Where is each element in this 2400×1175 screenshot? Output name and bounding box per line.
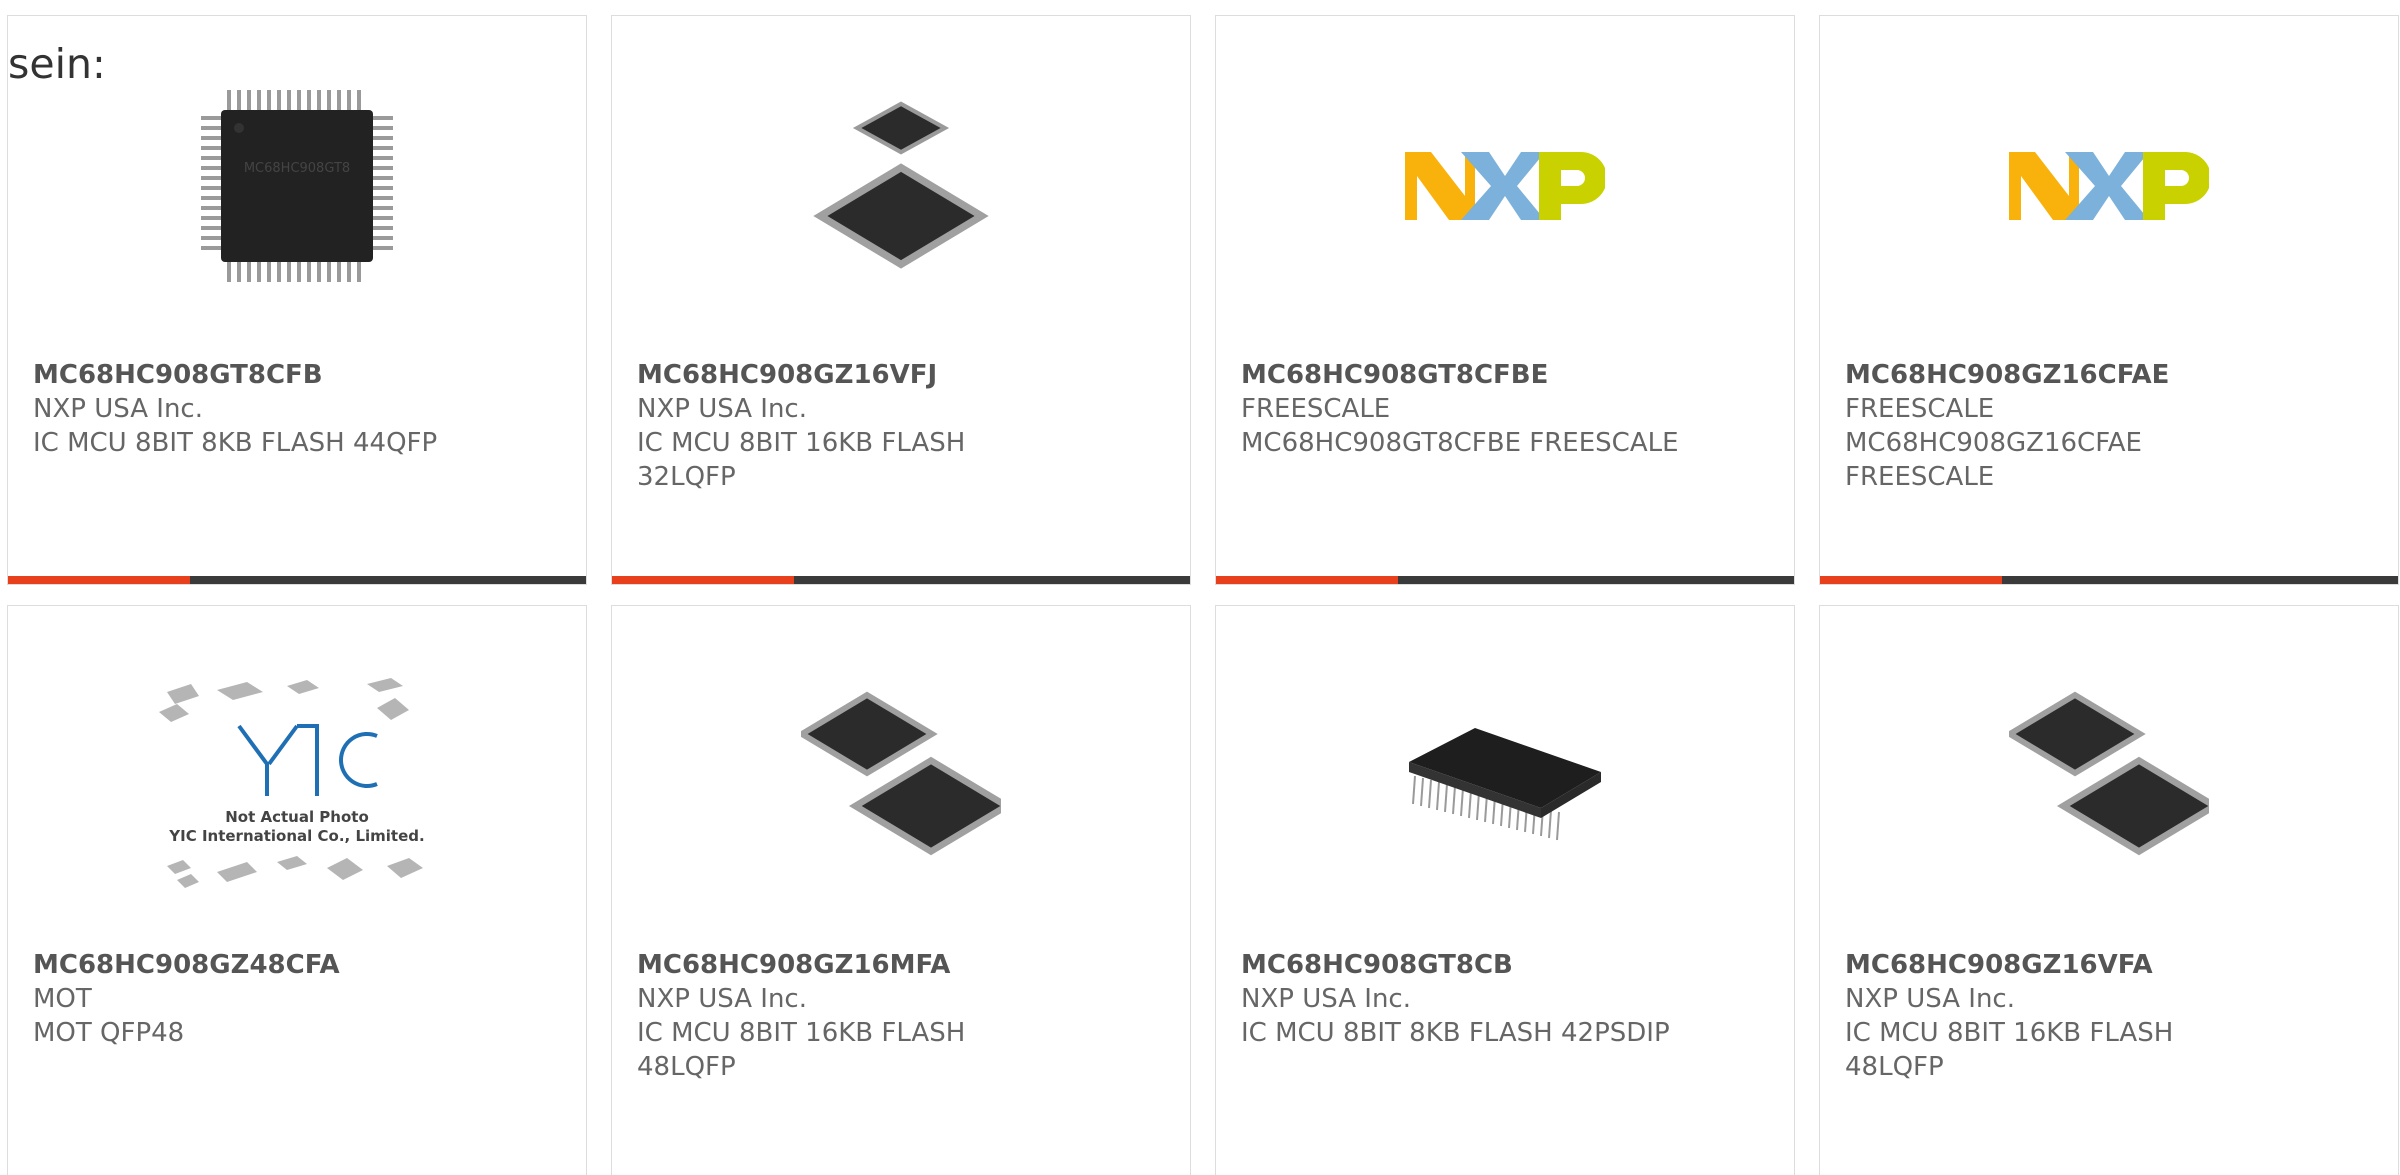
- description: MOT QFP48: [33, 1018, 185, 1048]
- product-card[interactable]: MC68HC908GZ16VFJ NXP USA Inc. IC MCU 8BI…: [611, 15, 1191, 585]
- card-bar: [1820, 576, 2398, 584]
- manufacturer: NXP USA Inc.: [637, 394, 807, 424]
- manufacturer: MOT: [33, 984, 92, 1014]
- lqfp-chip-pair-icon: [2009, 676, 2209, 876]
- nxp-logo: [2009, 86, 2209, 286]
- product-card[interactable]: MC68HC908GZ16VFA NXP USA Inc. IC MCU 8BI…: [1819, 605, 2399, 1175]
- lqfp-chip-pair-icon: [801, 86, 1001, 286]
- description: IC MCU 8BIT 8KB FLASH 42PSDIP: [1241, 1018, 1670, 1048]
- nxp-logo: [1405, 86, 1605, 286]
- card-bar: [8, 576, 586, 584]
- part-number[interactable]: MC68HC908GZ16CFAE: [1845, 358, 2378, 392]
- card-bar: [612, 576, 1190, 584]
- part-number[interactable]: MC68HC908GZ16VFA: [1845, 948, 2378, 982]
- description: MC68HC908GZ16CFAE FREESCALE: [1845, 428, 2142, 492]
- card-bar: [1216, 576, 1794, 584]
- product-card[interactable]: MC68HC908GZ16CFAE FREESCALE MC68HC908GZ1…: [1819, 15, 2399, 585]
- card-bar-accent: [612, 576, 794, 584]
- product-card[interactable]: MC68HC908GT8CB NXP USA Inc. IC MCU 8BIT …: [1215, 605, 1795, 1175]
- card-bar-accent: [1820, 576, 2002, 584]
- manufacturer: NXP USA Inc.: [33, 394, 203, 424]
- part-number[interactable]: MC68HC908GT8CFBE: [1241, 358, 1774, 392]
- placeholder-line-2: YIC International Co., Limited.: [168, 827, 424, 845]
- intro-text: sein:: [8, 40, 106, 88]
- description: IC MCU 8BIT 16KB FLASH 48LQFP: [1845, 1018, 2174, 1082]
- product-grid: MC68HC908GT8 MC68HC908GT8CFB NXP USA Inc…: [7, 15, 2399, 1175]
- part-number[interactable]: MC68HC908GZ48CFA: [33, 948, 566, 982]
- description: IC MCU 8BIT 16KB FLASH 32LQFP: [637, 428, 966, 492]
- description: IC MCU 8BIT 16KB FLASH 48LQFP: [637, 1018, 966, 1082]
- card-bar-accent: [1216, 576, 1398, 584]
- svg-text:MC68HC908GT8: MC68HC908GT8: [244, 161, 350, 176]
- manufacturer: NXP USA Inc.: [637, 984, 807, 1014]
- manufacturer: FREESCALE: [1241, 394, 1391, 424]
- qfp-chip-icon: MC68HC908GT8: [197, 86, 397, 286]
- manufacturer: FREESCALE: [1845, 394, 1995, 424]
- part-number[interactable]: MC68HC908GZ16VFJ: [637, 358, 1170, 392]
- card-bar-accent: [8, 576, 190, 584]
- sdip-chip-icon: [1405, 676, 1605, 876]
- description: MC68HC908GT8CFBE FREESCALE: [1241, 428, 1679, 458]
- description: IC MCU 8BIT 8KB FLASH 44QFP: [33, 428, 438, 458]
- part-number[interactable]: MC68HC908GT8CB: [1241, 948, 1774, 982]
- manufacturer: NXP USA Inc.: [1845, 984, 2015, 1014]
- product-card[interactable]: Not Actual Photo YIC International Co., …: [7, 605, 587, 1175]
- part-number[interactable]: MC68HC908GZ16MFA: [637, 948, 1170, 982]
- product-card[interactable]: MC68HC908GT8 MC68HC908GT8CFB NXP USA Inc…: [7, 15, 587, 585]
- product-card[interactable]: MC68HC908GT8CFBE FREESCALE MC68HC908GT8C…: [1215, 15, 1795, 585]
- lqfp-chip-pair-icon: [801, 676, 1001, 876]
- part-number[interactable]: MC68HC908GT8CFB: [33, 358, 566, 392]
- yic-placeholder: Not Actual Photo YIC International Co., …: [147, 666, 447, 896]
- placeholder-line-1: Not Actual Photo: [225, 808, 369, 826]
- product-card[interactable]: MC68HC908GZ16MFA NXP USA Inc. IC MCU 8BI…: [611, 605, 1191, 1175]
- manufacturer: NXP USA Inc.: [1241, 984, 1411, 1014]
